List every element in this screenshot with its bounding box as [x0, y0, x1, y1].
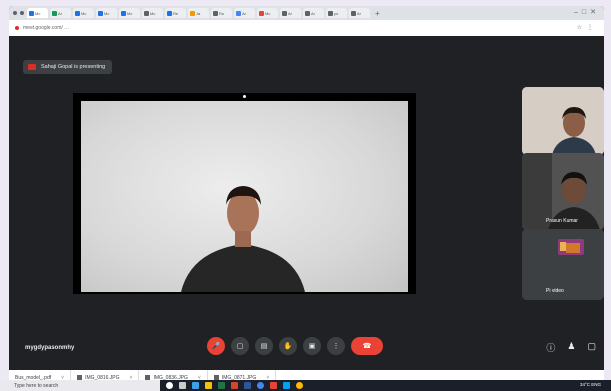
tab-favicon-icon: [167, 10, 172, 16]
chrome-icon[interactable]: [257, 382, 264, 389]
tab-favicon-icon: [305, 10, 310, 16]
info-icon[interactable]: ⓘ: [546, 341, 555, 354]
tab-favicon-icon: [328, 10, 333, 16]
new-tab-icon[interactable]: +: [375, 9, 380, 18]
browser-tab[interactable]: Ja: [188, 8, 209, 18]
call-controls: 🎤 ▢ ▤ ✋ ▣ ⋮ ☎: [207, 337, 389, 355]
system-tray[interactable]: 34°C ENG: [580, 382, 601, 387]
present-button[interactable]: ▣: [303, 337, 321, 355]
tab-favicon-icon: [29, 10, 34, 16]
browser-tab[interactable]: Mc: [142, 8, 163, 18]
task-view-icon[interactable]: [179, 382, 186, 389]
browser-tab[interactable]: Mc: [119, 8, 140, 18]
tab-favicon-icon: [144, 10, 149, 16]
window-controls[interactable]: –□✕: [574, 8, 600, 16]
tab-label: Re: [173, 10, 179, 16]
tab-label: Ar: [311, 10, 315, 16]
tab-label: Ar: [58, 10, 62, 16]
tab-label: Ja: [196, 10, 201, 16]
browser-toolbar: meet.google.com/ … ☆⋮: [9, 20, 604, 36]
browser-tab[interactable]: Ar: [280, 8, 301, 18]
powerpoint-icon[interactable]: [231, 382, 238, 389]
browser-tab-strip: Mc Ar Mc Mc Mc Mc Re Ja Ru Ar Mc Ar Ar yo Ar + –□✕: [9, 6, 604, 20]
tab-label: Ar: [288, 10, 292, 16]
tab-favicon-icon: [282, 10, 287, 16]
edge-icon[interactable]: [192, 382, 199, 389]
present-icon: [28, 64, 36, 70]
tab-favicon-icon: [213, 10, 218, 16]
tab-favicon-icon: [259, 10, 264, 16]
tab-favicon-icon: [75, 10, 80, 16]
address-bar[interactable]: meet.google.com/ …: [23, 25, 69, 31]
participant-video: [522, 87, 604, 155]
participant-name: Pi video: [546, 288, 564, 294]
raise-hand-button[interactable]: ✋: [279, 337, 297, 355]
tab-label: Ar: [357, 10, 361, 16]
leave-call-button[interactable]: ☎: [351, 337, 383, 355]
presenter-frame: [81, 101, 408, 292]
mic-off-button[interactable]: 🎤: [207, 337, 225, 355]
taskbar-search[interactable]: Type here to search: [0, 380, 160, 391]
folder-icon[interactable]: [205, 382, 212, 389]
person-icon: [181, 186, 305, 292]
side-controls: ⓘ ♟ ▢: [534, 341, 596, 354]
app-icon[interactable]: [283, 382, 290, 389]
browser-tab[interactable]: Ar: [303, 8, 324, 18]
chat-icon[interactable]: ▢: [587, 341, 596, 354]
participant-tile[interactable]: Pi video: [522, 229, 604, 300]
browser-tab[interactable]: Mc: [73, 8, 94, 18]
browser-tab[interactable]: Mc: [257, 8, 278, 18]
cortana-icon[interactable]: [166, 382, 173, 389]
taskbar: Type here to search 34°C ENG: [0, 380, 611, 391]
word-icon[interactable]: [244, 382, 251, 389]
window-dot: [20, 11, 24, 15]
tab-label: Mc: [150, 10, 156, 16]
browser-tab[interactable]: Mc: [27, 8, 48, 18]
presenting-text: Sahaji Gopal is presenting: [41, 64, 106, 70]
tab-favicon-icon: [236, 10, 241, 16]
browser-tab[interactable]: yo: [326, 8, 347, 18]
screen: Mc Ar Mc Mc Mc Mc Re Ja Ru Ar Mc Ar Ar yo Ar + –□✕ mee…: [9, 6, 604, 386]
tab-favicon-icon: [52, 10, 57, 16]
browser-tab[interactable]: Ar: [349, 8, 370, 18]
browser-tab[interactable]: Ru: [211, 8, 232, 18]
more-options-button[interactable]: ⋮: [327, 337, 345, 355]
camera-button[interactable]: ▢: [231, 337, 249, 355]
browser-tab[interactable]: Mc: [96, 8, 117, 18]
tab-label: Mc: [81, 10, 87, 16]
tab-favicon-icon: [351, 10, 356, 16]
tab-label: Ru: [219, 10, 225, 16]
participant-tile[interactable]: Prasun Kumar: [522, 153, 604, 230]
tab-favicon-icon: [121, 10, 126, 16]
cursor-dot: [243, 95, 246, 98]
window-dot: [13, 11, 17, 15]
excel-icon[interactable]: [218, 382, 225, 389]
toolbar-icons[interactable]: ☆⋮: [577, 24, 598, 31]
tab-list: Mc Ar Mc Mc Mc Mc Re Ja Ru Ar Mc Ar Ar yo Ar: [27, 8, 372, 18]
tab-favicon-icon: [98, 10, 103, 16]
captions-button[interactable]: ▤: [255, 337, 273, 355]
meet-stage: Sahaji Gopal is presenting Prasun Kumar …: [9, 36, 604, 370]
people-icon[interactable]: ♟: [567, 341, 575, 354]
tab-label: yo: [334, 10, 339, 16]
participant-name: Prasun Kumar: [546, 218, 578, 224]
tab-favicon-icon: [190, 10, 195, 16]
participant-tile[interactable]: [522, 87, 604, 155]
main-video: [73, 93, 416, 294]
tab-label: Mc: [104, 10, 110, 16]
presenting-banner: Sahaji Gopal is presenting: [23, 60, 113, 74]
browser-tab[interactable]: Ar: [234, 8, 255, 18]
tab-label: Mc: [127, 10, 133, 16]
app-icon[interactable]: [270, 382, 277, 389]
lock-icon: [15, 26, 19, 30]
tab-label: Mc: [35, 10, 41, 16]
browser-tab[interactable]: Re: [165, 8, 186, 18]
meeting-code: mygdypasonmhy: [25, 345, 75, 351]
tab-label: Mc: [265, 10, 271, 16]
tab-label: Ar: [242, 10, 246, 16]
browser-tab[interactable]: Ar: [50, 8, 71, 18]
weather-icon[interactable]: [296, 382, 303, 389]
